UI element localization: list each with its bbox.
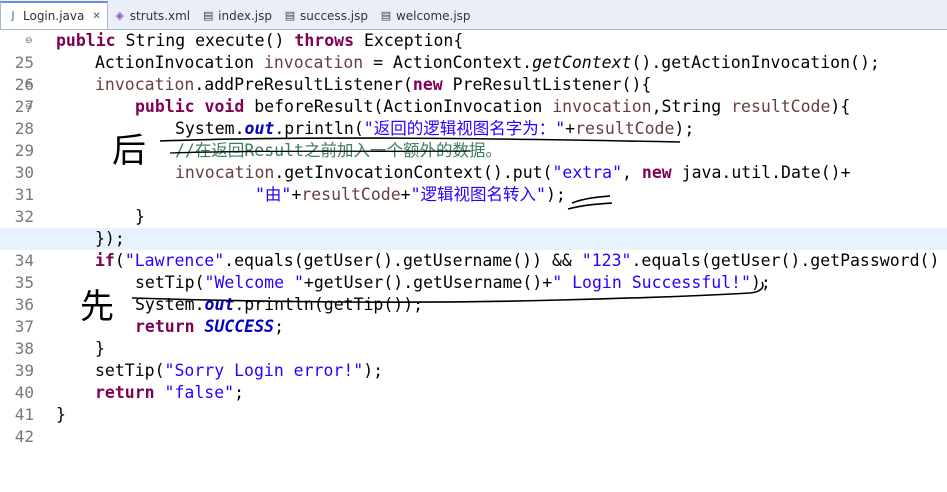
- code-text: "由"+resultCode+"逻辑视图名转入");: [255, 185, 566, 204]
- code-line[interactable]: 29 System.out.println("返回的逻辑视图名字为："+resu…: [0, 118, 947, 160]
- code-line[interactable]: 39 }: [0, 338, 947, 380]
- tab-label: welcome.jsp: [395, 9, 471, 23]
- tab-login-java[interactable]: J Login.java ✕: [0, 1, 108, 29]
- code-line[interactable]: 31 invocation.getInvocationContext().put…: [0, 162, 947, 204]
- code-text: });: [95, 229, 125, 248]
- xml-file-icon: ◈: [115, 9, 124, 22]
- code-text: }: [95, 339, 105, 358]
- fold-icon[interactable]: ⊖: [25, 96, 33, 118]
- line-number: 42: [14, 427, 34, 446]
- editor-tab-bar: J Login.java ✕ ◈ struts.xml ▤ index.jsp …: [0, 0, 947, 30]
- code-line[interactable]: 26 ActionInvocation invocation = ActionC…: [0, 52, 947, 94]
- code-text: return "false";: [95, 383, 245, 402]
- jsp-file-icon: ▤: [380, 9, 392, 22]
- close-icon[interactable]: ✕: [92, 11, 100, 22]
- jsp-file-icon: ▤: [202, 9, 214, 22]
- tab-success-jsp[interactable]: ▤ success.jsp: [278, 3, 374, 29]
- code-line[interactable]: 27 ⊖ invocation.addPreResultListener(new…: [0, 74, 947, 116]
- code-comment: //在返回Result之前加入一个额外的数据。: [175, 141, 502, 160]
- code-line[interactable]: 33 }: [0, 206, 947, 248]
- tab-struts-xml[interactable]: ◈ struts.xml: [108, 3, 196, 29]
- tab-label: success.jsp: [300, 9, 368, 23]
- code-line[interactable]: 25 ⊖ public String execute() throws Exce…: [0, 30, 947, 72]
- tab-welcome-jsp[interactable]: ▤ welcome.jsp: [374, 3, 477, 29]
- code-line[interactable]: 37 System.out.println(getTip());: [0, 294, 947, 336]
- code-line[interactable]: 30 //在返回Result之前加入一个额外的数据。: [0, 140, 947, 182]
- fold-icon[interactable]: ⊖: [25, 30, 33, 52]
- code-line[interactable]: 36 setTip("Welcome "+getUser().getUserna…: [0, 272, 947, 314]
- code-line[interactable]: 40 setTip("Sorry Login error!");: [0, 360, 947, 402]
- code-text: System.out.println("返回的逻辑视图名字为："+resultC…: [175, 119, 695, 138]
- code-line[interactable]: 28 ⊖ public void beforeResult(ActionInvo…: [0, 96, 947, 138]
- code-line-current[interactable]: 34 });: [0, 228, 947, 270]
- code-line[interactable]: 41 return "false";: [0, 382, 947, 424]
- code-text: if("Lawrence".equals(getUser().getUserna…: [95, 251, 940, 270]
- tab-label: Login.java: [23, 9, 85, 23]
- code-text: public void beforeResult(ActionInvocatio…: [135, 97, 851, 116]
- code-line[interactable]: 38 return SUCCESS;: [0, 316, 947, 358]
- tab-index-jsp[interactable]: ▤ index.jsp: [196, 3, 278, 29]
- code-line[interactable]: 35 if("Lawrence".equals(getUser().getUse…: [0, 250, 947, 292]
- code-editor[interactable]: 25 ⊖ public String execute() throws Exce…: [0, 30, 947, 446]
- fold-icon[interactable]: ⊖: [25, 74, 33, 96]
- code-text: invocation.addPreResultListener(new PreR…: [95, 75, 652, 94]
- code-text: ActionInvocation invocation = ActionCont…: [95, 53, 880, 72]
- code-text: invocation.getInvocationContext().put("e…: [175, 163, 851, 182]
- code-text: public String execute() throws Exception…: [56, 31, 464, 50]
- tab-label: index.jsp: [218, 9, 272, 23]
- code-text: return SUCCESS;: [135, 317, 285, 336]
- jsp-file-icon: ▤: [284, 9, 296, 22]
- code-text: setTip("Sorry Login error!");: [95, 361, 384, 380]
- code-line[interactable]: 32 "由"+resultCode+"逻辑视图名转入");: [0, 184, 947, 226]
- tab-label: struts.xml: [129, 9, 191, 23]
- code-text: System.out.println(getTip());: [135, 295, 424, 314]
- code-text: setTip("Welcome "+getUser().getUsername(…: [135, 273, 771, 292]
- code-text: }: [135, 207, 145, 226]
- java-file-icon: J: [11, 9, 15, 22]
